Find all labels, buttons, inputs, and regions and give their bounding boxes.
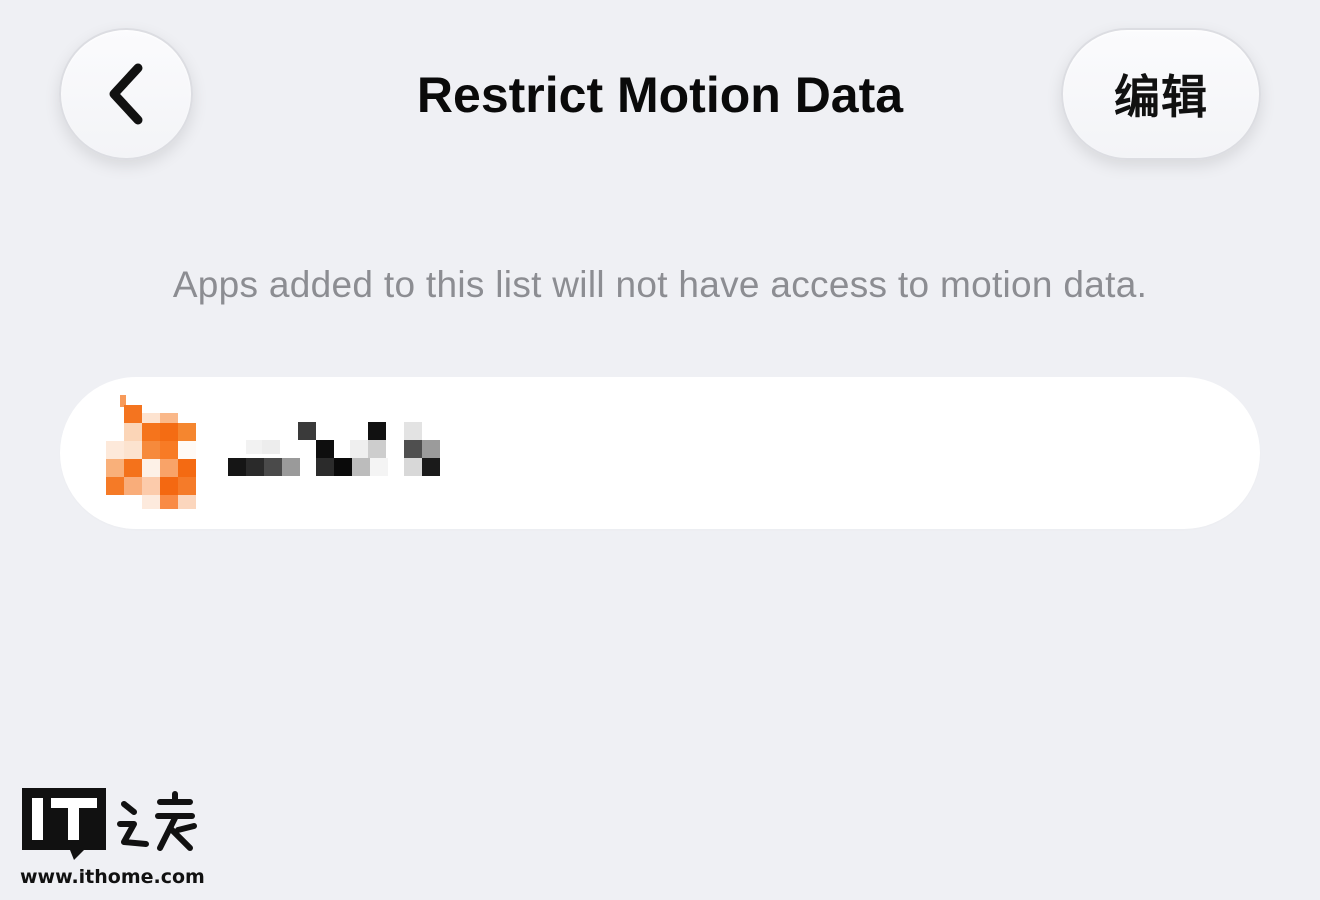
navigation-bar: Restrict Motion Data 编辑 [0,0,1320,190]
page-title: Restrict Motion Data [416,67,904,123]
app-icon [106,395,196,509]
back-button[interactable] [59,28,193,160]
section-description: Apps added to this list will not have ac… [172,264,1148,305]
edit-button[interactable]: 编辑 [1061,28,1261,160]
watermark-url: www.ithome.com [20,866,205,888]
restricted-apps-list [60,377,1260,529]
ithome-watermark: www.ithome.com [20,786,210,896]
ithome-logo [22,788,197,860]
chevron-left-icon [109,63,143,125]
app-name-redacted [228,422,440,476]
list-item-app[interactable] [60,377,1260,529]
edit-button-label: 编辑 [1114,70,1208,124]
